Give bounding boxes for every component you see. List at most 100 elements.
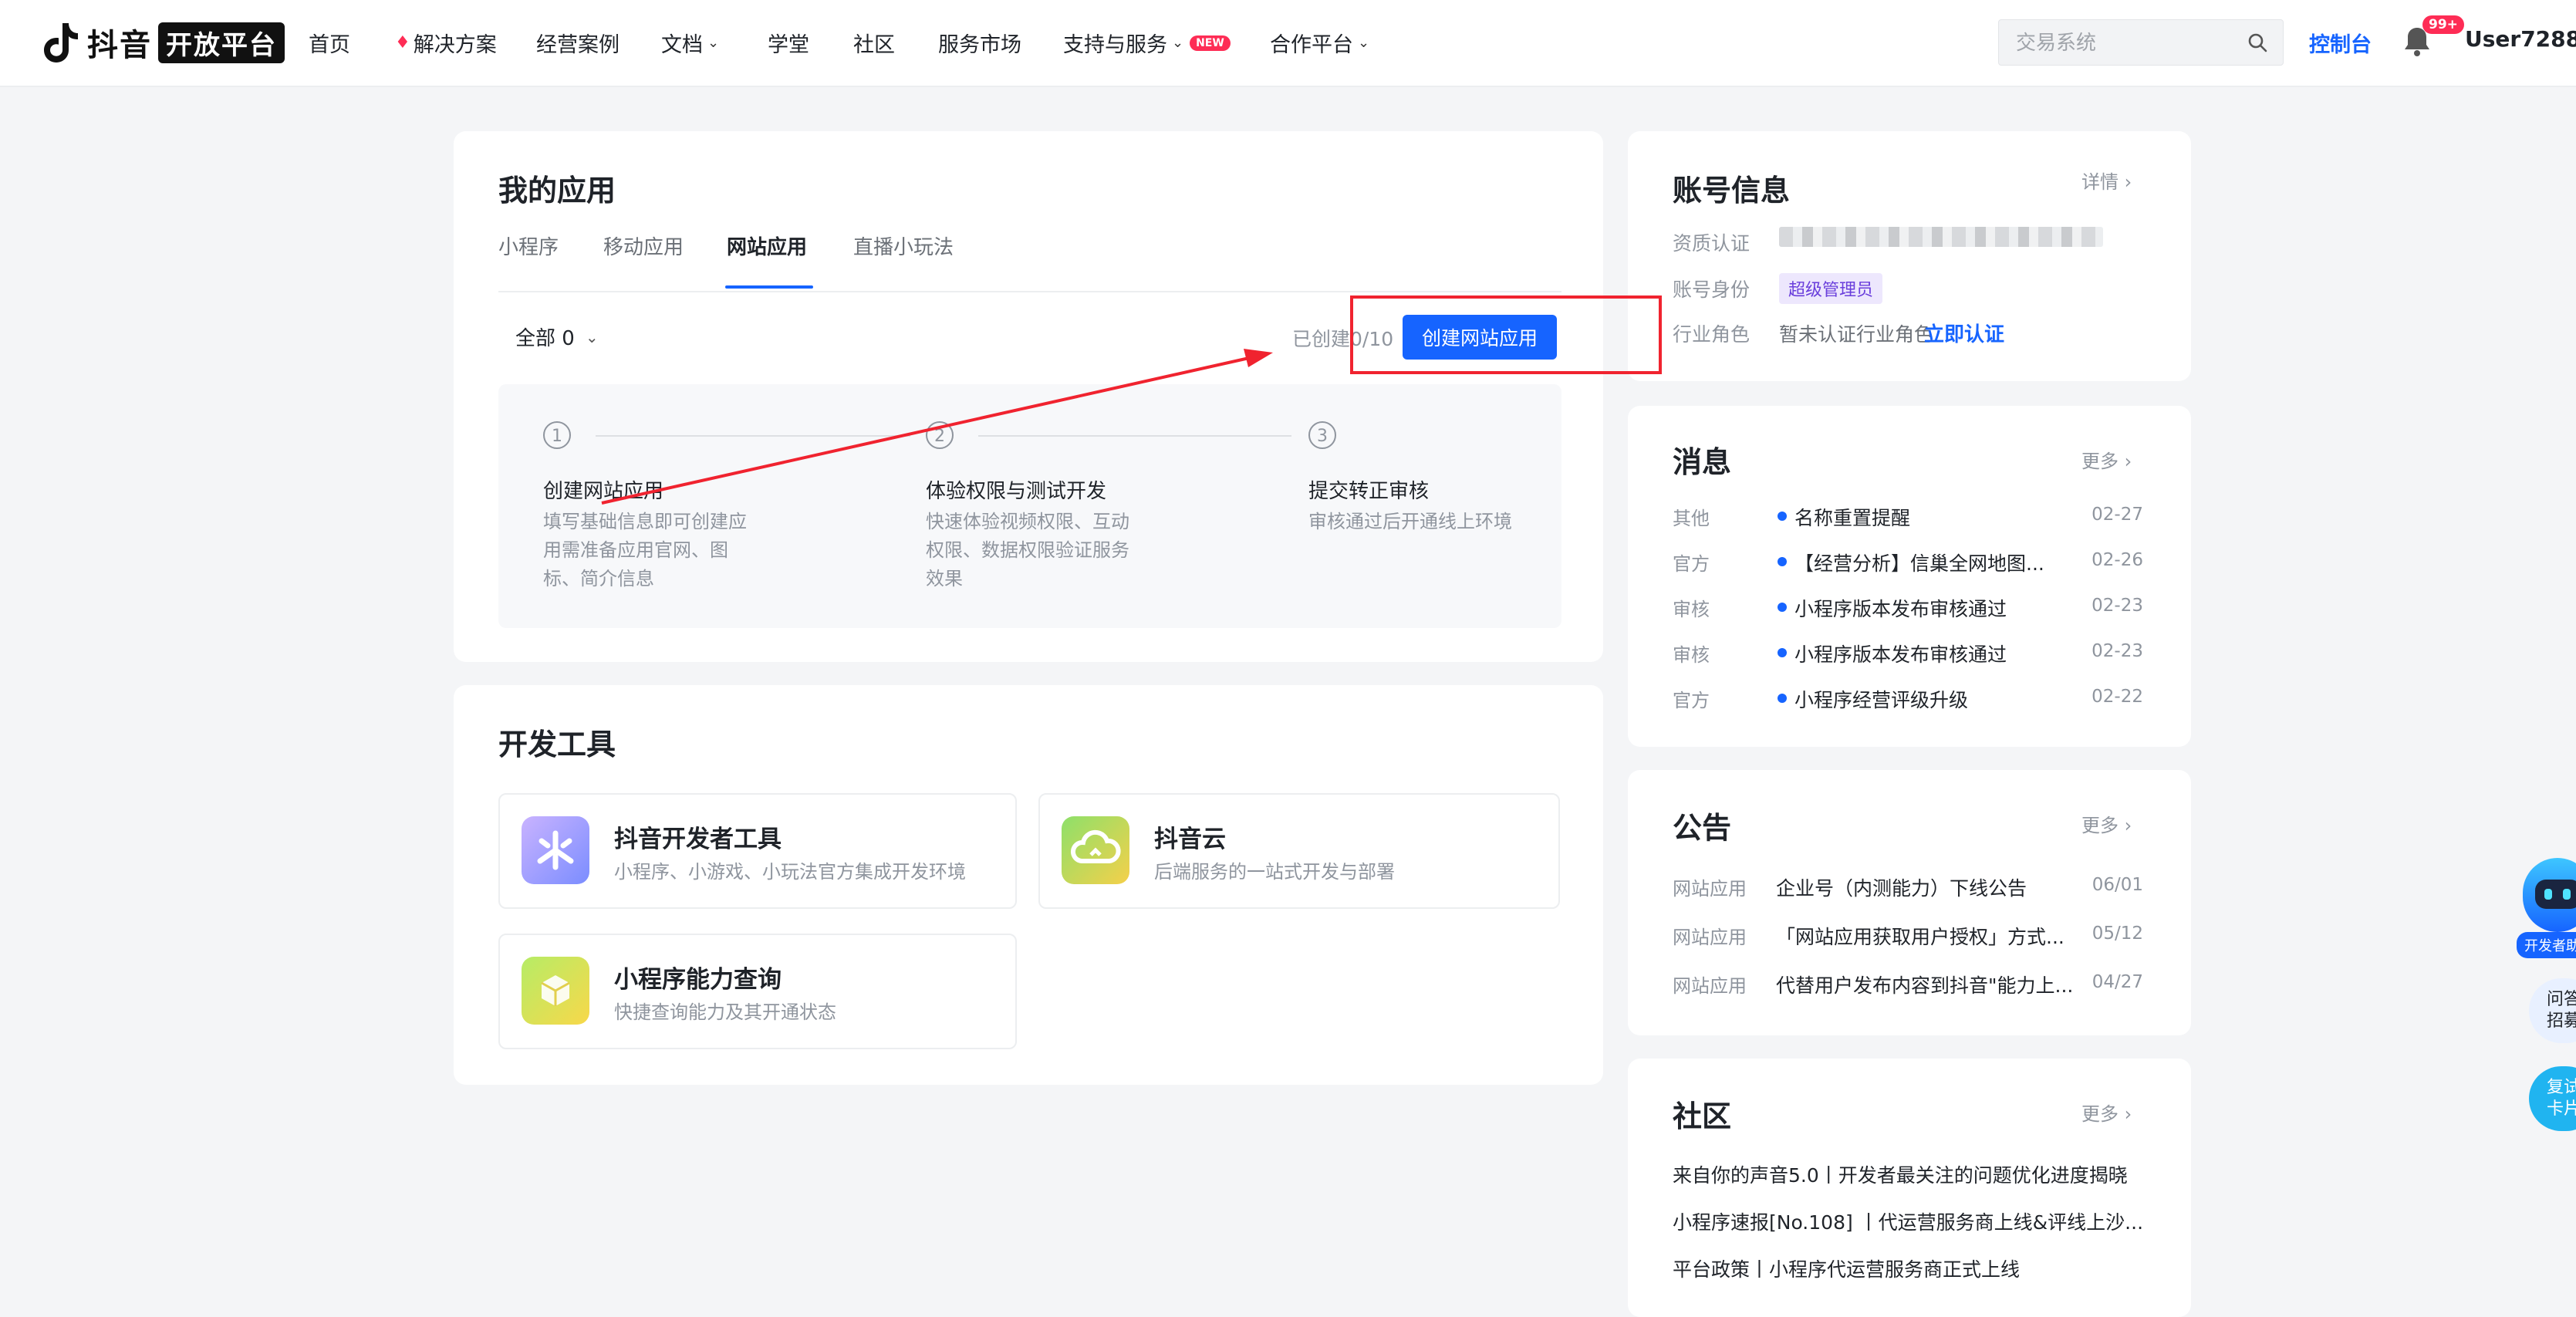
message-type: 审核	[1673, 644, 1710, 666]
review-card-button[interactable]: 复试 卡片	[2529, 1066, 2576, 1131]
qa-recruit-button[interactable]: 问答 招募	[2529, 978, 2576, 1043]
chevron-right-icon: ›	[2124, 1103, 2132, 1125]
chevron-down-icon: ⌄	[585, 327, 599, 346]
brand-name: 抖音	[87, 28, 152, 63]
message-row[interactable]: 官方 小程序经营评级升级 02-22	[1673, 685, 2143, 716]
unread-dot	[1778, 603, 1787, 612]
tool-capability-query[interactable]: 小程序能力查询 快捷查询能力及其开通状态	[498, 934, 1017, 1049]
account-card: 账号信息 详情 › 资质认证 账号身份 超级管理员 行业角色 暂未认证行业角色 …	[1628, 131, 2191, 381]
message-date: 02-26	[2092, 550, 2143, 570]
identity-label: 账号身份	[1673, 279, 1751, 301]
nav-docs[interactable]: 文档 ⌄	[661, 28, 719, 58]
message-row[interactable]: 审核 小程序版本发布审核通过 02-23	[1673, 594, 2143, 625]
tool-desc: 后端服务的一站式开发与部署	[1154, 861, 1395, 883]
nav-label: 服务市场	[938, 33, 1021, 57]
nav-label: 首页	[309, 33, 350, 57]
console-link[interactable]: 控制台	[2309, 28, 2372, 58]
onboarding-steps: 1 2 3 创建网站应用 填写基础信息即可创建应用需准备应用官网、图标、简介信息…	[498, 384, 1561, 628]
messages-card: 消息 更多 › 其他 名称重置提醒 02-27 官方 【经营分析】信巢全网地图... 0…	[1628, 406, 2191, 747]
industry-label: 行业角色	[1673, 323, 1751, 346]
tab-mobile-app[interactable]: 移动应用	[603, 231, 684, 260]
dev-tools-title: 开发工具	[498, 728, 616, 761]
nav-community[interactable]: 社区	[853, 28, 895, 58]
message-title: 小程序版本发布审核通过	[1794, 643, 2007, 666]
brand-logo[interactable]: 抖音 开放平台	[42, 20, 285, 65]
announcement-title: 代替用户发布内容到抖音"能力上...	[1776, 974, 2074, 997]
tab-website-app[interactable]: 网站应用	[727, 231, 807, 260]
step-desc: 审核通过后开通线上环境	[1308, 511, 1512, 532]
tab-mini-program[interactable]: 小程序	[498, 231, 559, 260]
highlight-box	[1350, 295, 1662, 374]
cube-icon	[522, 957, 589, 1025]
tool-name: 抖音云	[1154, 826, 1226, 853]
search-input[interactable]	[2014, 20, 2249, 66]
my-apps-title: 我的应用	[498, 174, 616, 208]
messages-title: 消息	[1673, 445, 1732, 479]
chevron-down-icon: ⌄	[1172, 35, 1184, 51]
flame-icon: ♦	[395, 33, 410, 52]
announcements-more-link[interactable]: 更多 ›	[2081, 810, 2132, 837]
announcement-date: 04/27	[2092, 972, 2143, 992]
message-row[interactable]: 审核 小程序版本发布审核通过 02-23	[1673, 640, 2143, 670]
chevron-right-icon: ›	[2124, 451, 2132, 472]
nav-home[interactable]: 首页	[309, 28, 350, 58]
nav-partners[interactable]: 合作平台 ⌄	[1270, 28, 1369, 58]
new-badge: NEW	[1190, 35, 1231, 51]
announcement-title: 「网站应用获取用户授权」方式...	[1776, 926, 2065, 948]
step-connector	[596, 435, 910, 437]
community-post[interactable]: 平台政策丨小程序代运营服务商正式上线	[1673, 1255, 2151, 1282]
announcement-row[interactable]: 网站应用 企业号（内测能力）下线公告 06/01	[1673, 873, 2143, 904]
chevron-down-icon: ⌄	[1358, 35, 1370, 51]
chevron-right-icon: ›	[2124, 171, 2132, 193]
industry-status: 暂未认证行业角色	[1779, 323, 1934, 346]
unread-dot	[1778, 557, 1787, 566]
nav-cases[interactable]: 经营案例	[536, 28, 620, 58]
community-post[interactable]: 来自你的声音5.0丨开发者最关注的问题优化进度揭晓	[1673, 1160, 2151, 1188]
announcement-row[interactable]: 网站应用 「网站应用获取用户授权」方式... 05/12	[1673, 922, 2143, 953]
message-date: 02-22	[2092, 687, 2143, 707]
announcement-type: 网站应用	[1673, 975, 1747, 997]
nav-label: 解决方案	[413, 33, 497, 57]
dev-assistant-label[interactable]: 开发者助	[2517, 932, 2576, 958]
community-post[interactable]: 小程序速报[No.108] 丨代运营服务商上线&评线上沙...	[1673, 1207, 2151, 1235]
message-row[interactable]: 官方 【经营分析】信巢全网地图... 02-26	[1673, 549, 2143, 579]
messages-more-link[interactable]: 更多 ›	[2081, 446, 2132, 473]
devtools-icon	[522, 816, 589, 884]
account-detail-link[interactable]: 详情 ›	[2081, 167, 2132, 194]
nav-label: 社区	[853, 33, 895, 57]
nav-academy[interactable]: 学堂	[768, 28, 809, 58]
message-date: 02-23	[2092, 641, 2143, 661]
message-title: 【经营分析】信巢全网地图...	[1794, 552, 2044, 575]
step-desc: 填写基础信息即可创建应用需准备应用官网、图标、简介信息	[543, 511, 747, 589]
tool-name: 小程序能力查询	[614, 966, 782, 994]
search-icon[interactable]	[2247, 32, 2267, 52]
verify-now-link[interactable]: 立即认证	[1924, 319, 2004, 347]
step-number: 2	[926, 421, 954, 449]
community-more-link[interactable]: 更多 ›	[2081, 1099, 2132, 1126]
step-title: 创建网站应用	[543, 480, 664, 503]
message-row[interactable]: 其他 名称重置提醒 02-27	[1673, 503, 2143, 534]
tab-live-games[interactable]: 直播小玩法	[853, 231, 954, 260]
message-type: 官方	[1673, 690, 1710, 711]
message-type: 官方	[1673, 553, 1710, 575]
app-filter-dropdown[interactable]: 全部 0 ⌄	[515, 322, 599, 351]
my-apps-card: 我的应用 小程序 移动应用 网站应用 直播小玩法 全部 0 ⌄ 已创建0/10 …	[454, 131, 1603, 662]
tool-douyin-cloud[interactable]: 抖音云 后端服务的一站式开发与部署	[1038, 793, 1560, 909]
announcement-type: 网站应用	[1673, 927, 1747, 948]
user-menu[interactable]: User7288...	[2465, 26, 2576, 52]
tool-douyin-devtools[interactable]: 抖音开发者工具 小程序、小游戏、小玩法官方集成开发环境	[498, 793, 1017, 909]
nav-label: 合作平台	[1270, 33, 1353, 57]
nav-solutions[interactable]: ♦ 解决方案	[395, 28, 497, 58]
step-title: 体验权限与测试开发	[926, 480, 1107, 503]
announcement-row[interactable]: 网站应用 代替用户发布内容到抖音"能力上... 04/27	[1673, 971, 2143, 1001]
unread-dot	[1778, 694, 1787, 703]
douyin-note-icon	[44, 23, 78, 62]
redacted-qualification	[1779, 227, 2103, 247]
nav-market[interactable]: 服务市场	[938, 28, 1021, 58]
step-number: 3	[1308, 421, 1336, 449]
bot-eye	[2544, 889, 2552, 900]
nav-support[interactable]: 支持与服务 ⌄ NEW	[1063, 28, 1231, 58]
tool-desc: 小程序、小游戏、小玩法官方集成开发环境	[614, 861, 966, 883]
active-tab-indicator	[725, 285, 813, 289]
message-date: 02-27	[2092, 505, 2143, 525]
